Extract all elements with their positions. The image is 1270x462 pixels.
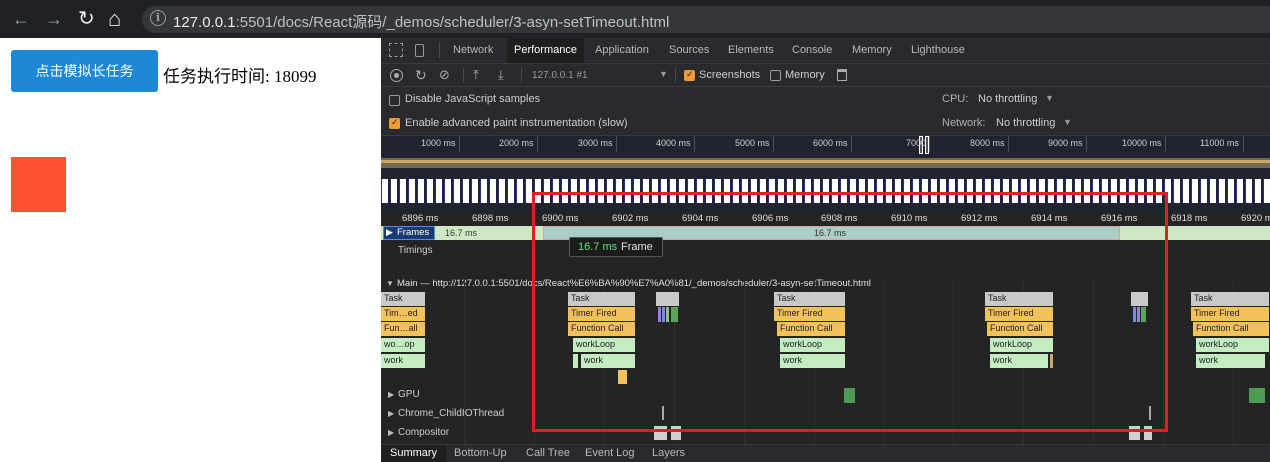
task-time-text: 任务执行时间: 18099 [163, 67, 317, 86]
compositor-expand-icon[interactable]: ▶ [388, 428, 394, 437]
details-tabbar: Summary Bottom-Up Call Tree Event Log La… [381, 444, 1270, 462]
io-thread-expand-icon[interactable]: ▶ [388, 409, 394, 418]
tab-event-log[interactable]: Event Log [576, 445, 644, 462]
forward-icon[interactable]: → [45, 0, 63, 38]
home-icon[interactable]: ⌂ [108, 0, 121, 38]
back-icon[interactable]: ← [12, 0, 30, 38]
info-icon[interactable]: i [150, 10, 166, 26]
tab-summary[interactable]: Summary [381, 445, 447, 462]
tab-bottom-up[interactable]: Bottom-Up [445, 445, 516, 462]
flame-workloop[interactable]: workLoop [1196, 338, 1270, 352]
browser-toolbar: ← → ↻ ⌂ i 127.0.0.1:5501/docs/React源码/_d… [0, 0, 1270, 38]
flame-task[interactable]: Task [1191, 292, 1270, 306]
gpu-track-label[interactable]: GPU [398, 389, 420, 400]
timeline-gridline [464, 278, 465, 448]
flame-function-call[interactable]: Function Call [1193, 322, 1270, 336]
reload-icon[interactable]: ↻ [78, 0, 95, 38]
flame-timer-fired[interactable]: Tim…ed [381, 307, 426, 321]
flame-work[interactable]: work [1196, 354, 1266, 368]
url-text[interactable]: 127.0.0.1:5501/docs/React源码/_demos/sched… [173, 11, 669, 32]
tab-call-tree[interactable]: Call Tree [517, 445, 579, 462]
gpu-event[interactable] [1249, 388, 1265, 403]
flame-timer-fired[interactable]: Timer Fired [1191, 307, 1270, 321]
highlight-annotation-box [532, 192, 1168, 432]
url-host: 127.0.0.1 [173, 14, 236, 31]
io-thread-track-label[interactable]: Chrome_ChildIOThread [398, 408, 504, 419]
flame-workloop[interactable]: wo…op [381, 338, 426, 352]
animated-square [11, 157, 66, 212]
flame-function-call[interactable]: Fun…all [381, 322, 426, 336]
compositor-track-label[interactable]: Compositor [398, 427, 449, 438]
flame-task[interactable]: Task [381, 292, 426, 306]
flame-work[interactable]: work [381, 354, 426, 368]
simulate-long-task-button[interactable]: 点击模拟长任务 [11, 50, 158, 92]
url-path: :5501/docs/React源码/_demos/scheduler/3-as… [235, 14, 670, 31]
tab-layers[interactable]: Layers [643, 445, 694, 462]
gpu-expand-icon[interactable]: ▶ [388, 390, 394, 399]
